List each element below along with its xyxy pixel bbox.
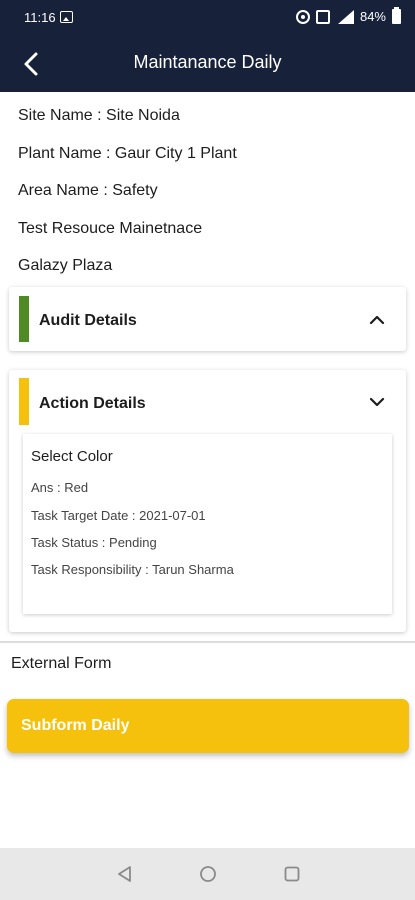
nav-recents-icon[interactable] bbox=[283, 865, 301, 883]
battery-percent: 84% bbox=[359, 9, 386, 24]
chevron-down-icon[interactable] bbox=[368, 393, 386, 411]
plant-name: Plant Name : Gaur City 1 Plant bbox=[18, 145, 237, 162]
subform-daily-label: Subform Daily bbox=[21, 717, 130, 734]
app-bar: Maintanance Daily bbox=[0, 36, 415, 92]
signal-icon bbox=[336, 9, 354, 24]
vibrate-icon bbox=[315, 9, 330, 24]
audit-details-section[interactable]: Audit Details bbox=[9, 287, 406, 351]
task-status: Task Status : Pending bbox=[31, 535, 157, 550]
subform-daily-button[interactable]: Subform Daily bbox=[7, 699, 409, 753]
site-name: Site Name : Site Noida bbox=[18, 107, 180, 124]
battery-icon bbox=[392, 7, 401, 24]
action-details-section[interactable]: Action Details Select Color Ans : Red Ta… bbox=[9, 370, 406, 632]
area-name: Area Name : Safety bbox=[18, 182, 158, 199]
section-divider bbox=[0, 641, 415, 643]
status-icons: 84% bbox=[295, 7, 401, 24]
action-accent-bar bbox=[19, 378, 29, 425]
hotspot-icon bbox=[295, 9, 310, 24]
nav-back-icon[interactable] bbox=[116, 865, 134, 883]
audit-details-title: Audit Details bbox=[39, 312, 137, 329]
system-nav-bar bbox=[0, 848, 415, 900]
external-form-label: External Form bbox=[11, 655, 112, 672]
answer-text: Ans : Red bbox=[31, 480, 89, 495]
task-target-date: Task Target Date : 2021-07-01 bbox=[31, 508, 206, 523]
status-time: 11:16 bbox=[24, 10, 56, 25]
select-color-heading: Select Color bbox=[31, 448, 113, 465]
location-name: Galazy Plaza bbox=[18, 257, 113, 274]
audit-accent-bar bbox=[19, 296, 29, 342]
gallery-notification-icon bbox=[60, 11, 73, 23]
action-details-title: Action Details bbox=[39, 395, 146, 412]
page-title: Maintanance Daily bbox=[133, 52, 282, 72]
action-detail-card: Select Color Ans : Red Task Target Date … bbox=[23, 434, 392, 614]
resource-name: Test Resouce Mainetnace bbox=[18, 220, 203, 237]
nav-home-icon[interactable] bbox=[199, 865, 217, 883]
chevron-up-icon[interactable] bbox=[368, 311, 386, 329]
task-responsibility: Task Responsibility : Tarun Sharma bbox=[31, 562, 234, 577]
status-bar: 11:16 84% bbox=[0, 0, 415, 36]
